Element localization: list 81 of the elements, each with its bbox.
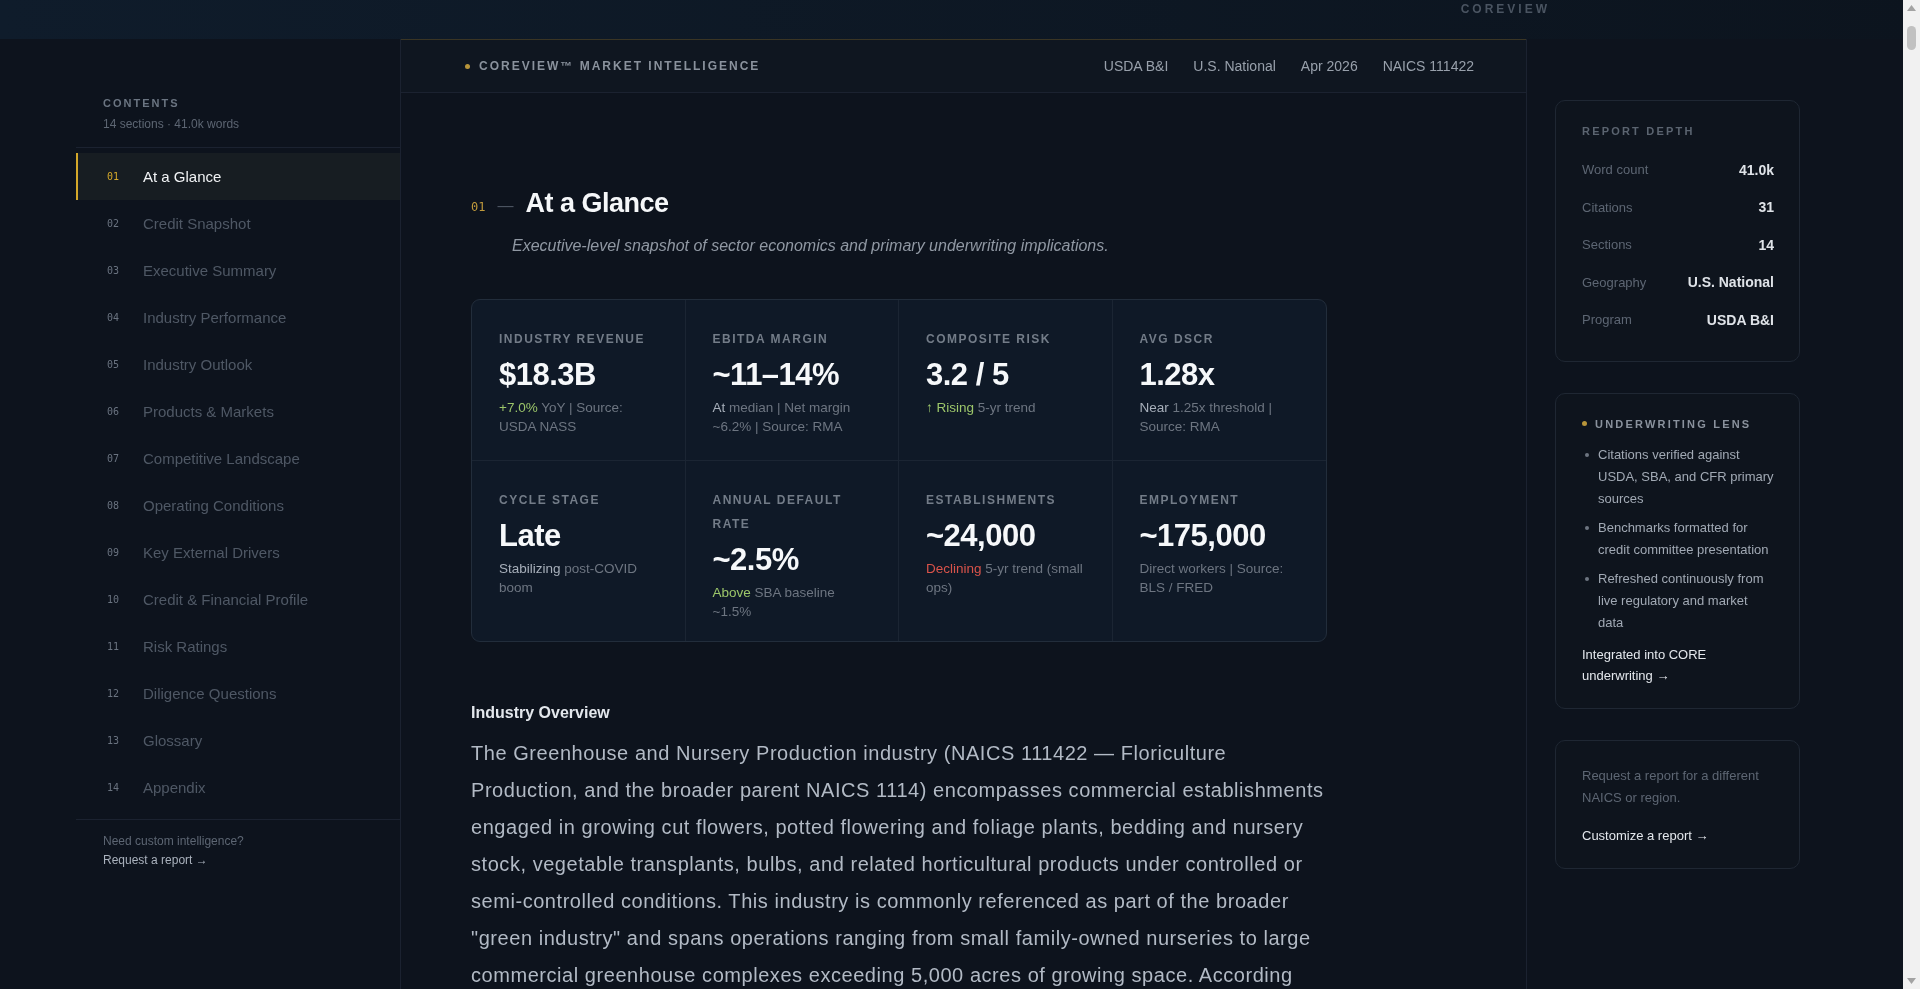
sidebar-item[interactable]: 02 Credit Snapshot bbox=[76, 200, 400, 247]
sidebar-item[interactable]: 01 At a Glance bbox=[76, 153, 400, 200]
section-subtitle: Executive-level snapshot of sector economics and primary underwriting implications. bbox=[512, 237, 1110, 255]
card-heading: UNDERWRITING LENS bbox=[1595, 417, 1752, 430]
sidebar-item[interactable]: 14 Appendix bbox=[76, 764, 400, 811]
request-text: Request a report for a different NAICS or region. bbox=[1582, 766, 1760, 807]
metric-note: Near 1.25x threshold | Source: RMA bbox=[1139, 399, 1274, 436]
bullet-text: Citations verified against USDA, SBA, and CFR primary sources bbox=[1598, 445, 1774, 508]
sidebar-item[interactable]: 03 Executive Summary bbox=[76, 247, 400, 294]
bullet-icon bbox=[1585, 525, 1589, 530]
metric-label: ANNUAL DEFAULT RATE bbox=[712, 492, 843, 533]
scrollbar-thumb[interactable] bbox=[1907, 26, 1916, 50]
metric-value: 1.28x bbox=[1139, 357, 1216, 393]
stat-value: USDA B&I bbox=[1706, 311, 1774, 328]
metric-value: Late bbox=[499, 518, 562, 554]
scrollbar[interactable] bbox=[1903, 0, 1920, 989]
sidebar-item[interactable]: 12 Diligence Questions bbox=[76, 670, 400, 717]
sidebar-item[interactable]: 09 Key External Drivers bbox=[76, 529, 400, 576]
bullet-icon bbox=[1585, 452, 1589, 457]
integration-link[interactable]: Integrated into CORE underwriting → bbox=[1582, 643, 1774, 686]
section-number: 01 bbox=[471, 199, 486, 214]
metric-label: ESTABLISHMENTS bbox=[926, 492, 1058, 509]
stat-label: Sections bbox=[1582, 237, 1632, 253]
metric-label: CYCLE STAGE bbox=[499, 492, 601, 509]
section-title: At a Glance bbox=[525, 188, 669, 219]
header-brand: COREVIEW™ MARKET INTELLIGENCE bbox=[479, 59, 761, 73]
request-report-link[interactable]: Request a report → bbox=[103, 853, 208, 867]
header-meta: Apr 2026 bbox=[1300, 58, 1358, 74]
title-dash: — bbox=[497, 196, 514, 215]
sidebar-item[interactable]: 07 Competitive Landscape bbox=[76, 435, 400, 482]
metric-note: Stabilizing post-COVID boom bbox=[499, 560, 639, 597]
metric-label: COMPOSITE RISK bbox=[926, 331, 1052, 348]
stat-value: 31 bbox=[1758, 199, 1774, 216]
sidebar-item[interactable]: 10 Credit & Financial Profile bbox=[76, 576, 400, 623]
bullet-text: Refreshed continuously from live regulatory and market data bbox=[1598, 569, 1765, 632]
brand-wordmark: COREVIEW bbox=[1460, 1, 1550, 18]
metric-value: ~2.5% bbox=[712, 542, 800, 578]
metric-note: Direct workers | Source: BLS / FRED bbox=[1139, 560, 1285, 597]
metric-note: Declining 5-yr trend (small ops) bbox=[926, 560, 1084, 597]
contents-heading: CONTENTS bbox=[103, 97, 181, 109]
header-meta: NAICS 111422 bbox=[1382, 58, 1474, 74]
dot-icon bbox=[1582, 421, 1587, 426]
overview-heading: Industry Overview bbox=[471, 704, 611, 722]
footer-note: Need custom intelligence? bbox=[103, 834, 245, 848]
metric-label: EMPLOYMENT bbox=[1139, 492, 1241, 509]
card-heading: REPORT DEPTH bbox=[1582, 125, 1695, 137]
customize-report-link[interactable]: Customize a report → bbox=[1582, 824, 1774, 846]
sidebar-item[interactable]: 05 Industry Outlook bbox=[76, 341, 400, 388]
sidebar-item[interactable]: 08 Operating Conditions bbox=[76, 482, 400, 529]
stat-value: 14 bbox=[1758, 236, 1774, 253]
sidebar-item[interactable]: 04 Industry Performance bbox=[76, 294, 400, 341]
metric-note: +7.0% YoY | Source: USDA NASS bbox=[499, 399, 624, 436]
sidebar-item[interactable]: 06 Products & Markets bbox=[76, 388, 400, 435]
metric-label: INDUSTRY REVENUE bbox=[499, 331, 647, 348]
stat-label: Program bbox=[1582, 312, 1632, 328]
scroll-up-icon[interactable] bbox=[1907, 5, 1916, 11]
metric-value: $18.3B bbox=[499, 357, 597, 393]
bullet-text: Benchmarks formatted for credit committee presentation bbox=[1598, 518, 1770, 559]
stat-label: Geography bbox=[1582, 274, 1647, 290]
sidebar-item[interactable]: 13 Glossary bbox=[76, 717, 400, 764]
stat-label: Citations bbox=[1582, 199, 1633, 215]
stat-value: U.S. National bbox=[1687, 274, 1774, 291]
metric-value: ~24,000 bbox=[926, 518, 1037, 554]
metric-note: Above SBA baseline ~1.5% bbox=[712, 584, 836, 621]
header-meta: USDA B&I bbox=[1103, 58, 1169, 74]
dot-icon bbox=[465, 63, 470, 69]
metric-label: AVG DSCR bbox=[1139, 331, 1215, 348]
header-meta: U.S. National bbox=[1193, 58, 1276, 74]
metric-label: EBITDA MARGIN bbox=[712, 331, 830, 348]
stat-value: 41.0k bbox=[1738, 161, 1774, 178]
contents-summary: 14 sections · 41.0k words bbox=[103, 117, 241, 131]
metric-value: 3.2 / 5 bbox=[926, 357, 1010, 393]
scroll-down-icon[interactable] bbox=[1907, 978, 1916, 984]
metric-value: ~11–14% bbox=[712, 357, 841, 393]
overview-paragraph: The Greenhouse and Nursery Production industry (NAICS 111422 — Floriculture Production, and the broader parent NAICS 1114) encompasses commercial establishments engaged in growing cut flowers, potted flowering and foliage plants, bedding and nursery stock, vegetable transplants, bulbs, and related horticultural products under controlled or semi-controlled conditions. This industry is commonly referenced as part of the broader "green industry" and spans operations ranging from small family-owned nurseries to large commercial greenhouse complexes exceeding 5,000 acres of growing space. According bbox=[471, 741, 1325, 988]
bullet-icon bbox=[1585, 576, 1589, 581]
sidebar-item[interactable]: 11 Risk Ratings bbox=[76, 623, 400, 670]
metric-note: ↑ Rising 5-yr trend bbox=[926, 399, 1037, 417]
metric-value: ~175,000 bbox=[1139, 518, 1267, 554]
stat-label: Word count bbox=[1582, 162, 1649, 178]
metric-note: At median | Net margin ~6.2% | Source: RMA bbox=[712, 399, 852, 436]
